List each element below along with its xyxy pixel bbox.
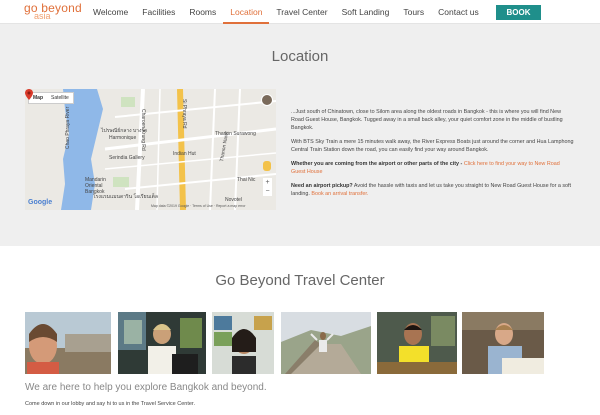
map-label-si-phraya: Si Phraya Rd (181, 99, 187, 129)
google-logo: Google (28, 199, 53, 206)
airport-bold-text: Whether you are coming from the airport … (291, 161, 464, 167)
staff-photo (118, 312, 206, 374)
map-label-charoen-krung: Charoen Krung Rd (140, 109, 146, 151)
location-paragraph-1: ...Just south of Chinatown, close to Sil… (291, 109, 563, 131)
map-toggle-satellite[interactable]: Satellite (47, 93, 73, 103)
logo-main-text: go beyond (24, 1, 82, 15)
nav-item-soft-landing[interactable]: Soft Landing (335, 0, 397, 24)
zoom-in-icon[interactable]: + (263, 178, 272, 187)
travel-center-note: Come down in our lobby and say hi to us … (25, 401, 195, 407)
nav-item-travel-center[interactable]: Travel Center (269, 0, 334, 24)
location-section: Location Map Satellite Chao Phraya River… (0, 24, 600, 246)
location-description: ...Just south of Chinatown, close to Sil… (291, 108, 574, 204)
site-header: go beyond asia Welcome Facilities Rooms … (0, 0, 600, 24)
staff-photo (25, 312, 111, 374)
map-zoom-control[interactable]: + − (263, 178, 272, 196)
nav-item-contact-us[interactable]: Contact us (431, 0, 486, 24)
street-view-avatar-icon[interactable] (261, 94, 273, 106)
map-label-indian-hut: Indian Hut (173, 151, 196, 157)
pickup-paragraph: Need an airport pickup? Avoid the hassle… (291, 182, 574, 198)
location-paragraph-2: With BTS Sky Train a mere 15 minutes wal… (291, 139, 574, 153)
site-logo[interactable]: go beyond asia (24, 2, 88, 22)
location-title: Location (271, 48, 329, 65)
staff-photo (462, 312, 544, 374)
travel-center-title: Go Beyond Travel Center (215, 272, 385, 289)
map-label-serindia: Serindia Gallery (109, 155, 145, 161)
zoom-out-icon[interactable]: − (263, 187, 272, 196)
location-map[interactable]: Map Satellite Chao Phraya River Harmoniq… (25, 89, 276, 210)
staff-photo (281, 312, 371, 374)
nav-item-location[interactable]: Location (223, 0, 270, 24)
nav-item-rooms[interactable]: Rooms (182, 0, 223, 24)
map-label-river: Chao Phraya River (65, 106, 71, 149)
pegman-icon[interactable] (263, 161, 271, 171)
map-label-thai-nic: Thai Nic (237, 177, 256, 183)
travel-center-subtitle: We are here to help you explore Bangkok … (25, 382, 267, 393)
staff-photo (377, 312, 457, 374)
main-nav: Welcome Facilities Rooms Location Travel… (86, 0, 486, 24)
book-button[interactable]: BOOK (496, 5, 541, 20)
map-label-novotel: Novotel (225, 197, 242, 203)
nav-item-facilities[interactable]: Facilities (135, 0, 182, 24)
map-footer-text[interactable]: Map data ©2019 Google · Terms of Use · R… (151, 204, 246, 208)
map-type-toggle[interactable]: Map Satellite (28, 92, 74, 104)
map-pin-icon[interactable] (25, 89, 33, 100)
staff-photo (212, 312, 274, 374)
pickup-bold-text: Need an airport pickup? (291, 183, 353, 189)
airport-paragraph: Whether you are coming from the airport … (291, 160, 574, 176)
nav-item-tours[interactable]: Tours (396, 0, 431, 24)
nav-item-welcome[interactable]: Welcome (86, 0, 135, 24)
book-arrival-transfer-link[interactable]: Book an arrival transfer. (311, 191, 368, 197)
map-label-mandarin-thai: โรงแรมแมนดาริน โอเรียนเต็ล (93, 194, 158, 200)
map-label-harmonique: Harmonique (109, 135, 137, 141)
logo-sub-text: asia (34, 11, 51, 21)
map-canvas (25, 89, 276, 210)
map-label-surawong: Thanon Surawong (215, 131, 256, 137)
